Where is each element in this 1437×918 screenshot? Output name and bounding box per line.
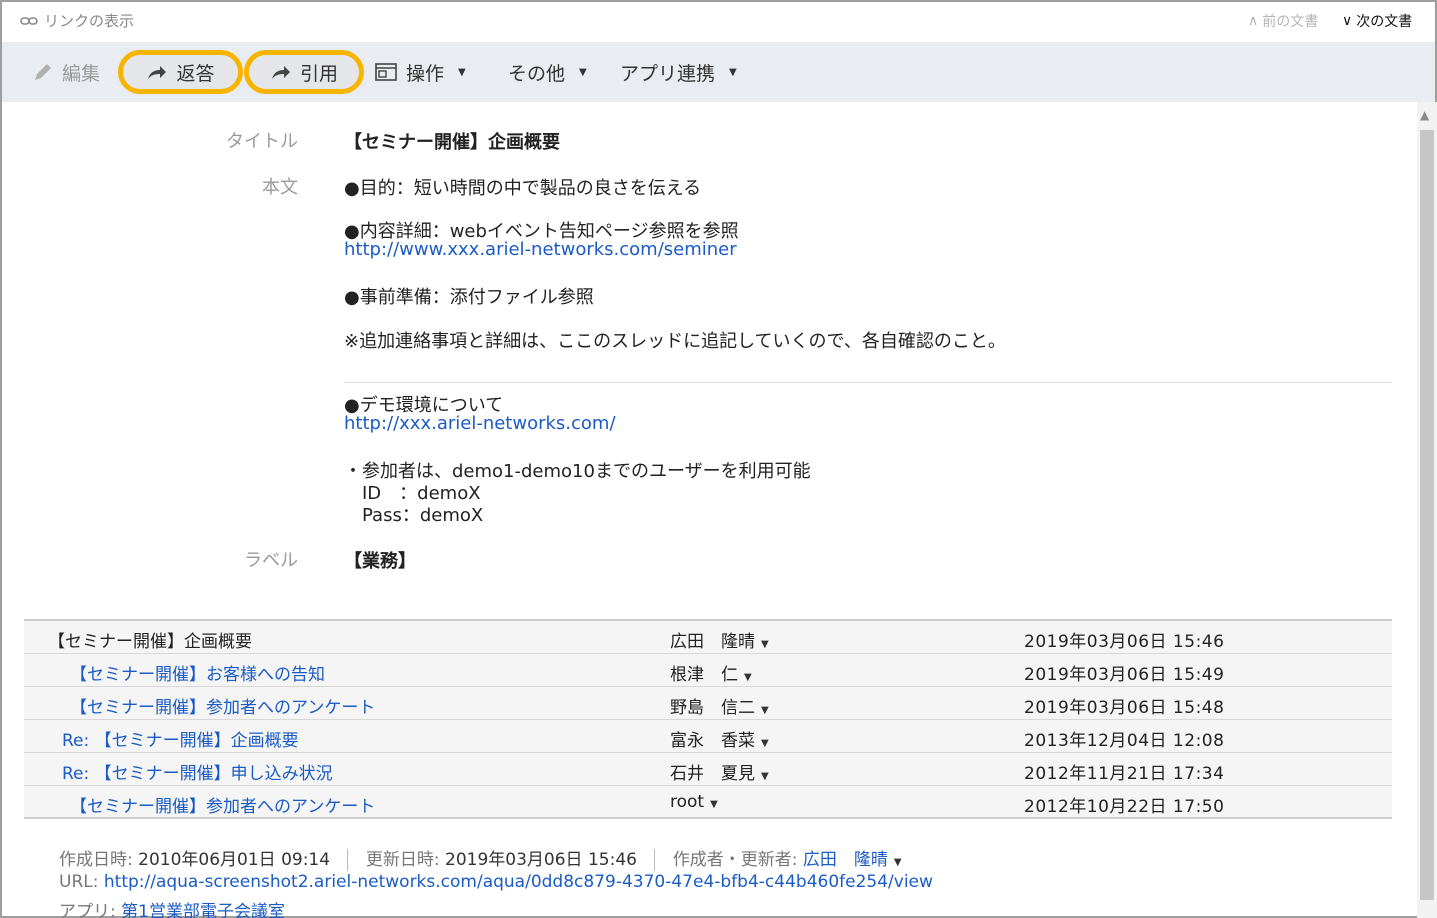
thread-list: 【セミナー開催】企画概要 広田 隆晴 ▼ 2019年03月06日 15:46 【セ…: [24, 619, 1392, 819]
top-bar: リンクの表示 ∧ 前の文書 ∨ 次の文書: [2, 2, 1435, 42]
forward-arrow-icon: [148, 66, 167, 79]
thread-row[interactable]: 【セミナー開催】企画概要 広田 隆晴 ▼ 2019年03月06日 15:46: [24, 621, 1392, 654]
thread-date: 2012年10月22日 17:50: [1024, 797, 1225, 817]
thread-date: 2019年03月06日 15:48: [1024, 698, 1225, 718]
chevron-down-icon: ∨: [1342, 13, 1353, 29]
edit-label: 編集: [62, 62, 101, 85]
thread-title[interactable]: Re: 【セミナー開催】企画概要: [62, 726, 299, 751]
thread-author[interactable]: 根津 仁 ▼: [670, 660, 752, 685]
app-link-menu[interactable]: アプリ連携 ▼: [620, 42, 737, 102]
meta-dates: 作成日時: 2010年06月01日 09:14 更新日時: 2019年03月06…: [59, 845, 902, 871]
thread-author[interactable]: 石井 夏見 ▼: [670, 759, 769, 784]
thread-title[interactable]: 【セミナー開催】お客様への告知: [70, 660, 325, 685]
thread-date: 2019年03月06日 15:46: [1024, 632, 1225, 652]
document-window: リンクの表示 ∧ 前の文書 ∨ 次の文書 編集 返答 引用 操作 ▼ その他 ▼…: [0, 0, 1437, 918]
thread-row[interactable]: 【セミナー開催】お客様への告知 根津 仁 ▼ 2019年03月06日 15:49: [24, 654, 1392, 687]
thread-date: 2013年12月04日 12:08: [1024, 731, 1225, 751]
app-link-label: アプリ連携: [620, 62, 716, 85]
meta-url: URL: http://aqua-screenshot2.ariel-netwo…: [59, 872, 933, 892]
body-field-label: 本文: [262, 177, 298, 198]
thread-author-name: 石井 夏見: [670, 764, 755, 784]
body-line: Pass：demoX: [362, 505, 484, 526]
body-link[interactable]: http://xxx.ariel-networks.com/: [344, 413, 616, 434]
caret-down-icon: ▼: [710, 799, 718, 810]
url-label: URL:: [59, 872, 99, 892]
caret-down-icon: ▼: [761, 738, 769, 749]
title-field-label: タイトル: [226, 131, 298, 152]
thread-author[interactable]: 野島 信二 ▼: [670, 693, 769, 718]
meta-divider: [654, 849, 656, 871]
next-doc-button[interactable]: ∨ 次の文書: [1342, 11, 1412, 31]
author-label: 作成者・更新者:: [672, 850, 798, 870]
thread-title: 【セミナー開催】企画概要: [48, 632, 252, 652]
caret-down-icon[interactable]: ▼: [894, 857, 902, 868]
thread-row[interactable]: Re: 【セミナー開催】企画概要 富永 香菜 ▼ 2013年12月04日 12:0…: [24, 720, 1392, 753]
thread-row[interactable]: Re: 【セミナー開催】申し込み状況 石井 夏見 ▼ 2012年11月21日 17…: [24, 753, 1392, 786]
created-value: 2010年06月01日 09:14: [138, 850, 331, 870]
other-label: その他: [508, 62, 566, 85]
author-value[interactable]: 広田 隆晴: [803, 850, 888, 870]
quote-button[interactable]: 引用: [244, 50, 364, 94]
operation-label: 操作: [406, 62, 445, 85]
thread-author-name: 野島 信二: [670, 698, 755, 718]
thread-row[interactable]: 【セミナー開催】参加者へのアンケート root ▼ 2012年10月22日 17:…: [24, 786, 1392, 819]
thread-author[interactable]: 広田 隆晴 ▼: [670, 627, 769, 652]
updated-value: 2019年03月06日 15:46: [445, 850, 637, 870]
label-field-label: ラベル: [244, 550, 298, 571]
thread-title[interactable]: 【セミナー開催】参加者へのアンケート: [70, 693, 375, 718]
edit-button[interactable]: 編集: [32, 42, 100, 102]
prev-doc-label: 前の文書: [1262, 14, 1319, 30]
caret-down-icon: ▼: [761, 705, 769, 716]
thread-author-name: 広田 隆晴: [670, 632, 755, 652]
caret-down-icon: ▼: [761, 771, 769, 782]
thread-author[interactable]: root ▼: [670, 792, 718, 812]
window-icon: [375, 63, 397, 81]
body-divider: [344, 382, 1392, 383]
updated-label: 更新日時:: [365, 850, 440, 870]
link-icon: [20, 16, 38, 25]
thread-date: 2019年03月06日 15:49: [1024, 665, 1225, 685]
thread-author-name: 富永 香菜: [670, 731, 755, 751]
caret-down-icon: ▼: [744, 672, 752, 683]
created-label: 作成日時:: [59, 850, 133, 870]
caret-down-icon: ▼: [729, 66, 737, 78]
chevron-up-icon: ∧: [1248, 13, 1259, 29]
app-value[interactable]: 第1営業部電子会議室: [121, 902, 285, 918]
thread-date: 2012年11月21日 17:34: [1024, 764, 1225, 784]
pencil-icon: [35, 64, 51, 80]
caret-down-icon: ▼: [458, 66, 466, 78]
operation-menu[interactable]: 操作 ▼: [374, 42, 466, 102]
thread-author-name: root: [670, 792, 705, 812]
thread-author[interactable]: 富永 香菜 ▼: [670, 726, 769, 751]
meta-divider: [347, 849, 349, 871]
app-label: アプリ:: [59, 902, 116, 918]
caret-down-icon: ▼: [761, 639, 769, 650]
body-line: ※追加連絡事項と詳細は、ここのスレッドに追記していくので、各自確認のこと。: [344, 331, 1006, 352]
prev-doc-button[interactable]: ∧ 前の文書: [1248, 11, 1318, 31]
thread-title[interactable]: 【セミナー開催】参加者へのアンケート: [70, 792, 375, 817]
forward-arrow-icon: [271, 66, 290, 79]
body-link[interactable]: http://www.xxx.ariel-networks.com/semine…: [344, 239, 737, 260]
next-doc-label: 次の文書: [1356, 14, 1413, 30]
reply-button[interactable]: 返答: [118, 50, 243, 94]
reply-label: 返答: [176, 62, 215, 85]
label-value: 【業務】: [344, 551, 416, 572]
thread-author-name: 根津 仁: [670, 665, 738, 685]
link-view-label: リンクの表示: [44, 12, 135, 30]
scroll-up-arrow-icon[interactable]: ▲: [1420, 108, 1429, 122]
meta-app: アプリ: 第1営業部電子会議室: [59, 897, 285, 918]
body-line: ●目的：短い時間の中で製品の良さを伝える: [344, 178, 702, 199]
scrollbar-thumb[interactable]: [1420, 130, 1434, 900]
thread-row[interactable]: 【セミナー開催】参加者へのアンケート 野島 信二 ▼ 2019年03月06日 15…: [24, 687, 1392, 720]
other-menu[interactable]: その他 ▼: [508, 42, 587, 102]
thread-title[interactable]: Re: 【セミナー開催】申し込み状況: [62, 759, 333, 784]
caret-down-icon: ▼: [579, 66, 587, 78]
link-view-button[interactable]: リンクの表示: [20, 10, 134, 31]
title-value: 【セミナー開催】企画概要: [344, 132, 560, 153]
toolbar: 編集 返答 引用 操作 ▼ その他 ▼ アプリ連携 ▼: [2, 42, 1435, 102]
quote-label: 引用: [299, 62, 338, 85]
body-line: ●事前準備：添付ファイル参照: [344, 287, 594, 308]
url-value[interactable]: http://aqua-screenshot2.ariel-networks.c…: [104, 872, 933, 892]
